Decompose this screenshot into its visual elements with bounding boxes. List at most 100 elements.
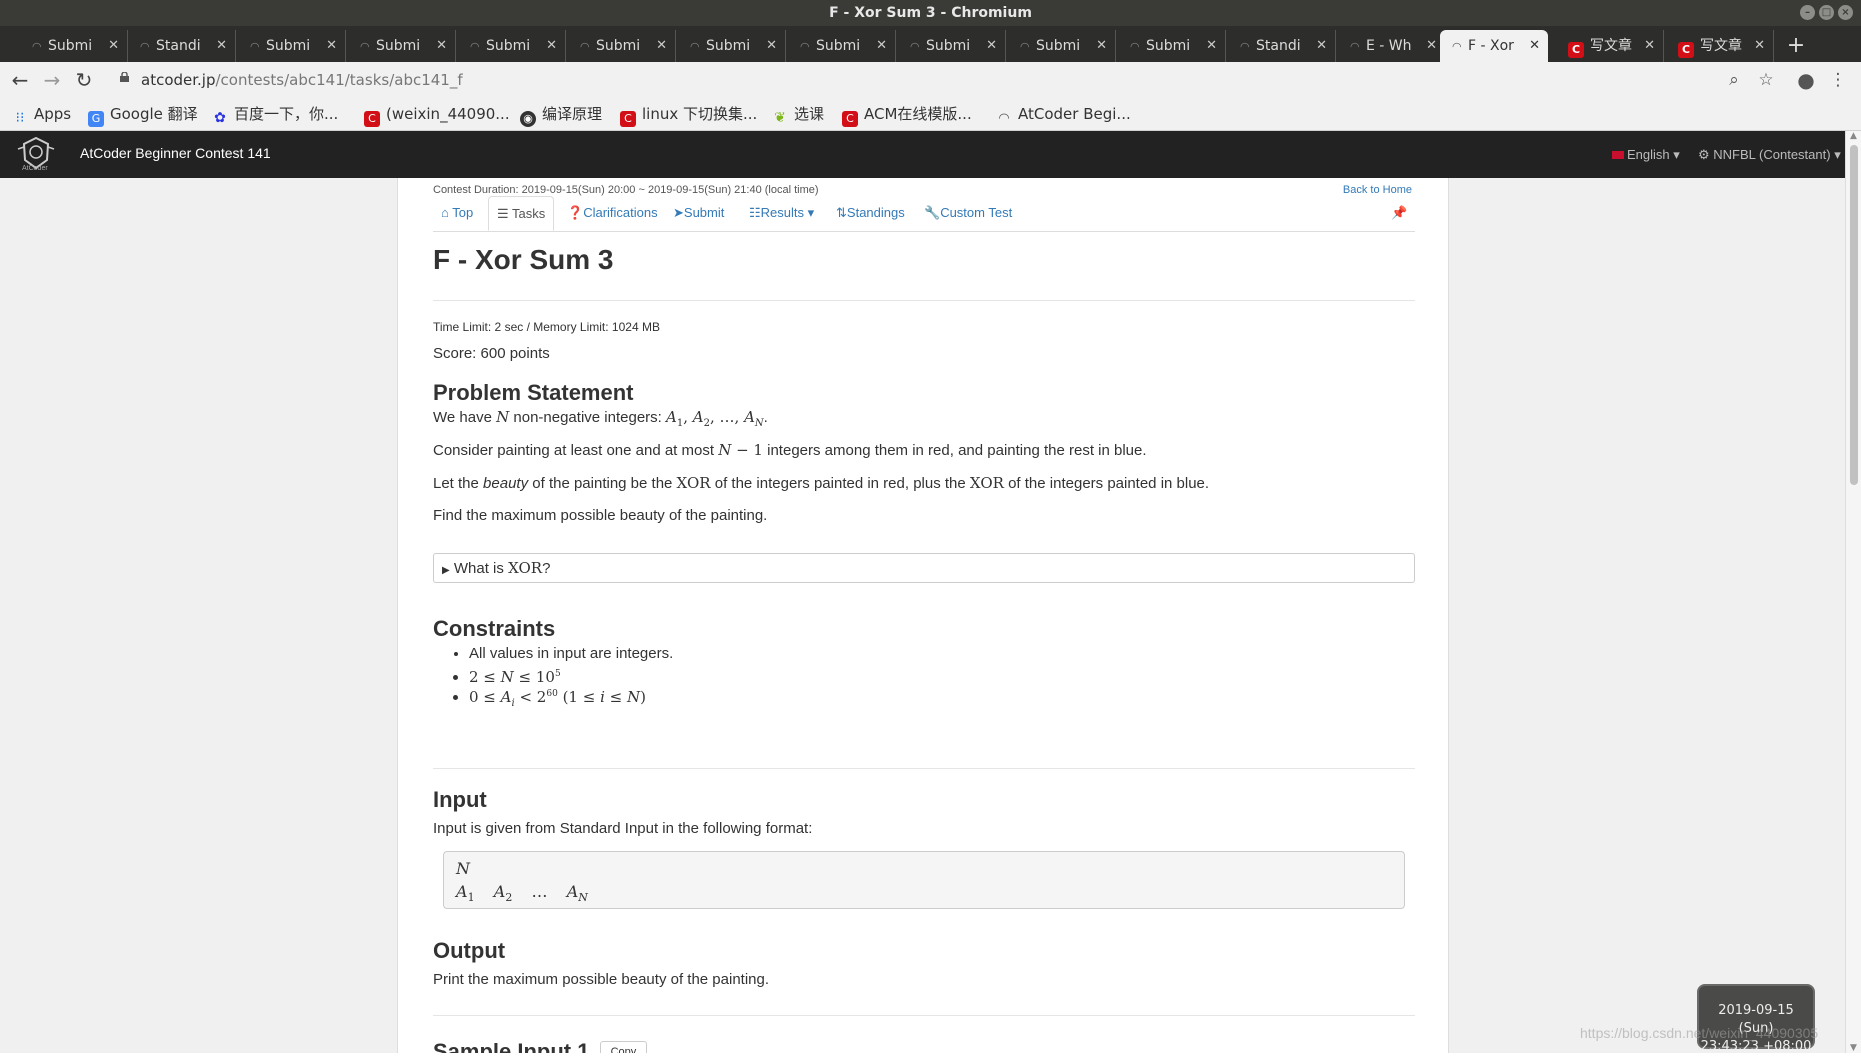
bookmark-google-translate[interactable]: G Google 翻译 [88,102,198,127]
browser-tab[interactable]: ◠ Submi ✕ [568,30,676,62]
browser-tab[interactable]: ◠ Submi ✕ [458,30,566,62]
bookmark-linux[interactable]: Clinux 下切换集... [620,102,757,127]
bookmark-star-icon[interactable]: ☆ [1752,66,1780,94]
browser-tab-active[interactable]: ◠ F - Xor ✕ [1440,30,1548,62]
browser-tab[interactable]: ◠ Submi ✕ [238,30,346,62]
wrench-icon: 🔧 [924,205,941,220]
url-path: /contests/abc141/tasks/abc141_f [215,71,463,89]
tab-close-icon[interactable]: ✕ [326,30,337,62]
browser-tab[interactable]: ◠ Submi ✕ [20,30,128,62]
forward-arrow-icon[interactable]: → [38,66,66,94]
tab-close-icon[interactable]: ✕ [546,30,557,62]
tab-close-icon[interactable]: ✕ [1529,30,1540,62]
contest-nav-tabs: ⌂ Top ☰ Tasks ❓Clarifications ➤Submit ☷R… [433,196,1415,232]
statement-line-4: Find the maximum possible beauty of the … [433,507,768,524]
contest-duration: Contest Duration: 2019-09-15(Sun) 20:00 … [433,184,819,196]
csdn-icon: C [364,111,380,127]
bookmark-acm[interactable]: C ACM在线模版... [842,102,972,127]
bookmark-weixin[interactable]: C (weixin_44090... [364,102,510,127]
menu-kebab-icon[interactable]: ⋮ [1824,66,1852,94]
browser-tab[interactable]: ◠ Standi ✕ [1228,30,1336,62]
home-icon: ⌂ [441,205,449,220]
xor-details-toggle[interactable]: ▶ What is XOR? [433,553,1415,583]
tab-close-icon[interactable]: ✕ [1426,30,1437,62]
tab-strip: ◠ Submi ✕ ◠ Standi ✕ ◠ Submi ✕ ◠ Submi ✕ ◠ Submi ✕… [0,26,1861,62]
tab-close-icon[interactable]: ✕ [1316,30,1327,62]
browser-tab[interactable]: C 写文章 ✕ [1666,30,1774,62]
bookmark-atcoder[interactable]: ◠ AtCoder Begi... [996,102,1130,126]
maximize-button[interactable]: □ [1819,5,1834,20]
copy-button[interactable]: Copy [599,1041,648,1053]
tab-tasks[interactable]: ☰ Tasks [488,196,555,231]
scroll-down-arrow-icon[interactable]: ▼ [1849,1043,1858,1053]
watermark-text: https://blog.csdn.net/weixin_44090305 [1580,1025,1819,1041]
output-text: Print the maximum possible beauty of the… [433,971,770,988]
tab-standings[interactable]: ⇅Standings [836,196,905,230]
tab-close-icon[interactable]: ✕ [1206,30,1217,62]
contest-brand[interactable]: AtCoder Beginner Contest 141 [80,145,271,161]
browser-tab[interactable]: ◠ Submi ✕ [788,30,896,62]
bookmark-course[interactable]: ❦ 选课 [772,102,824,126]
list-item: 0 ≤ Ai < 260 (1 ≤ i ≤ N) [469,684,673,709]
task-title: F - Xor Sum 3 [433,244,614,275]
browser-tab[interactable]: ◠ Standi ✕ [128,30,236,62]
atcoder-favicon-icon: ◠ [690,40,700,53]
constraints-list: All values in input are integers. 2 ≤ N … [433,644,673,709]
tab-close-icon[interactable]: ✕ [986,30,997,62]
tab-close-icon[interactable]: ✕ [766,30,777,62]
bookmark-compiler[interactable]: ◉ 编译原理 [520,102,602,127]
google-translate-icon: G [88,111,104,127]
scrollbar-thumb[interactable] [1850,145,1858,485]
tab-top[interactable]: ⌂ Top [441,196,473,230]
browser-tab[interactable]: ◠ E - Wh ✕ [1338,30,1446,62]
output-heading: Output [433,938,506,963]
back-arrow-icon[interactable]: ← [6,66,34,94]
new-tab-button[interactable]: + [1780,30,1812,62]
tab-close-icon[interactable]: ✕ [1644,30,1655,62]
browser-tab[interactable]: C 写文章 ✕ [1556,30,1664,62]
statement-line-3: Let the beauty of the painting be the XO… [433,474,1210,492]
tab-close-icon[interactable]: ✕ [108,30,119,62]
tab-custom-test[interactable]: 🔧Custom Test [924,196,1012,230]
browser-tab[interactable]: ◠ Submi ✕ [1008,30,1116,62]
tab-close-icon[interactable]: ✕ [1096,30,1107,62]
browser-tab[interactable]: ◠ Submi ✕ [678,30,786,62]
score-text: Score: 600 points [433,345,550,362]
back-to-home-link[interactable]: Back to Home [1343,184,1412,196]
uk-flag-icon [1612,151,1624,159]
profile-icon[interactable]: ● [1792,66,1820,94]
tab-close-icon[interactable]: ✕ [216,30,227,62]
tab-close-icon[interactable]: ✕ [436,30,447,62]
page-scrollbar[interactable]: ▲ ▼ [1845,131,1861,1053]
reload-icon[interactable]: ↻ [70,66,98,94]
address-bar[interactable]: atcoder.jp/contests/abc141/tasks/abc141_… [141,68,463,92]
triangle-right-icon: ▶ [442,565,450,576]
send-icon: ➤ [673,205,684,220]
github-icon: ◉ [520,111,536,127]
scroll-up-arrow-icon[interactable]: ▲ [1849,131,1858,141]
divider [433,300,1415,301]
atcoder-favicon-icon: ◠ [910,40,920,53]
browser-tab[interactable]: ◠ Submi ✕ [348,30,456,62]
browser-tab[interactable]: ◠ Submi ✕ [898,30,1006,62]
bookmark-baidu[interactable]: ✿ 百度一下，你... [212,102,338,126]
tab-close-icon[interactable]: ✕ [876,30,887,62]
pin-icon[interactable]: 📌 [1391,196,1407,230]
zoom-icon[interactable]: ⌕ [1720,66,1748,94]
atcoder-favicon-icon: ◠ [998,111,1010,126]
url-host: atcoder.jp [141,71,216,89]
bookmark-apps[interactable]: ⁝⁝ Apps [12,102,72,126]
constraints-heading: Constraints [433,616,556,641]
tab-clarifications[interactable]: ❓Clarifications [567,196,658,230]
atcoder-favicon-icon: ◠ [1452,40,1462,53]
user-dropdown[interactable]: ⚙ NNFBL (Contestant) ▾ [1698,147,1841,163]
tab-submit[interactable]: ➤Submit [673,196,724,230]
tab-close-icon[interactable]: ✕ [656,30,667,62]
tab-results[interactable]: ☷Results ▾ [749,196,814,230]
browser-tab[interactable]: ◠ Submi ✕ [1118,30,1226,62]
language-dropdown[interactable]: English ▾ [1612,147,1680,163]
tab-close-icon[interactable]: ✕ [1754,30,1765,62]
minimize-button[interactable]: – [1800,5,1815,20]
close-window-button[interactable]: × [1838,5,1853,20]
atcoder-favicon-icon: ◠ [32,40,42,53]
